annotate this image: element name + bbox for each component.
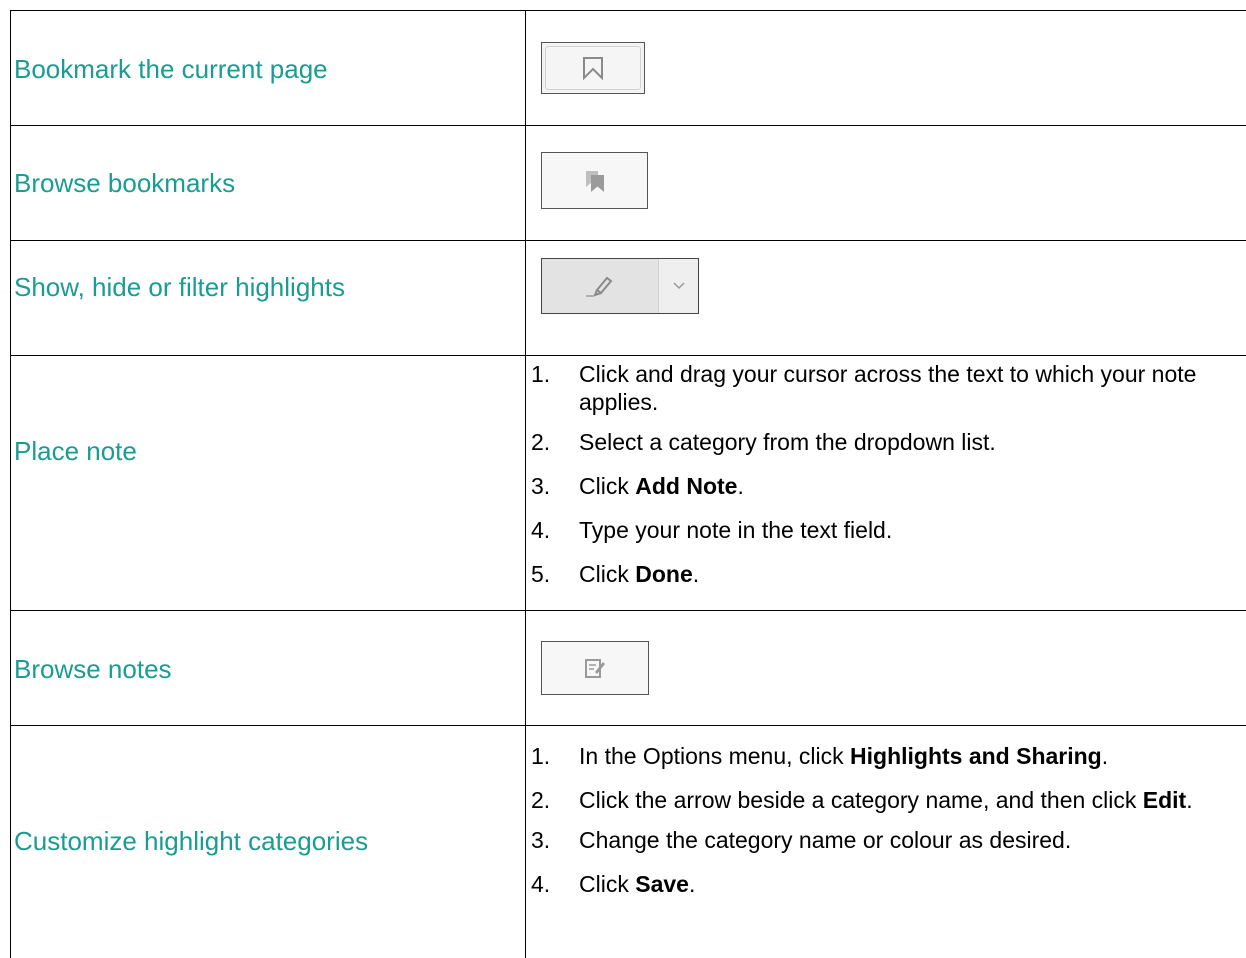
bookmarks-stack-icon	[585, 170, 604, 192]
list-item: 1. Click and drag your cursor across the…	[531, 361, 1197, 415]
bookmark-outline-icon	[583, 57, 603, 81]
row-divider	[10, 725, 1246, 726]
list-item: 2. Click the arrow beside a category nam…	[531, 787, 1193, 813]
row-divider	[10, 355, 1246, 356]
list-item: 3. Change the category name or colour as…	[531, 827, 1072, 853]
highlighter-icon	[585, 276, 612, 297]
highlights-filter-dropdown[interactable]	[658, 259, 698, 313]
table-border-left	[10, 10, 11, 958]
browse-bookmarks-button[interactable]	[541, 152, 648, 209]
row-label-bookmark-page: Bookmark the current page	[14, 54, 328, 84]
list-item: 2. Select a category from the dropdown l…	[531, 429, 996, 455]
chevron-down-icon	[672, 282, 685, 290]
row-divider	[10, 610, 1246, 611]
list-item: 3. Click Add Note.	[531, 473, 744, 499]
highlights-toggle-button[interactable]	[542, 259, 657, 313]
list-item: 5. Click Done.	[531, 561, 700, 587]
list-item: 4. Click Save.	[531, 871, 696, 897]
row-label-highlights: Show, hide or filter highlights	[14, 272, 345, 302]
list-item: 4. Type your note in the text field.	[531, 517, 893, 543]
list-item: 1. In the Options menu, click Highlights…	[531, 743, 1109, 769]
row-label-customize-categories: Customize highlight categories	[14, 826, 369, 856]
customize-categories-steps: 1. In the Options menu, click Highlights…	[531, 742, 1211, 898]
browse-notes-button[interactable]	[541, 641, 649, 695]
row-label-place-note: Place note	[14, 436, 137, 466]
notes-edit-icon	[585, 659, 605, 678]
table-column-divider	[525, 10, 526, 958]
place-note-steps: 1. Click and drag your cursor across the…	[531, 360, 1211, 588]
row-divider	[10, 240, 1246, 241]
row-label-browse-notes: Browse notes	[14, 654, 172, 684]
bookmark-page-button[interactable]	[541, 42, 645, 94]
highlights-split-button[interactable]	[541, 258, 699, 314]
row-divider	[10, 10, 1246, 11]
row-label-browse-bookmarks: Browse bookmarks	[14, 168, 236, 198]
row-divider	[10, 125, 1246, 126]
